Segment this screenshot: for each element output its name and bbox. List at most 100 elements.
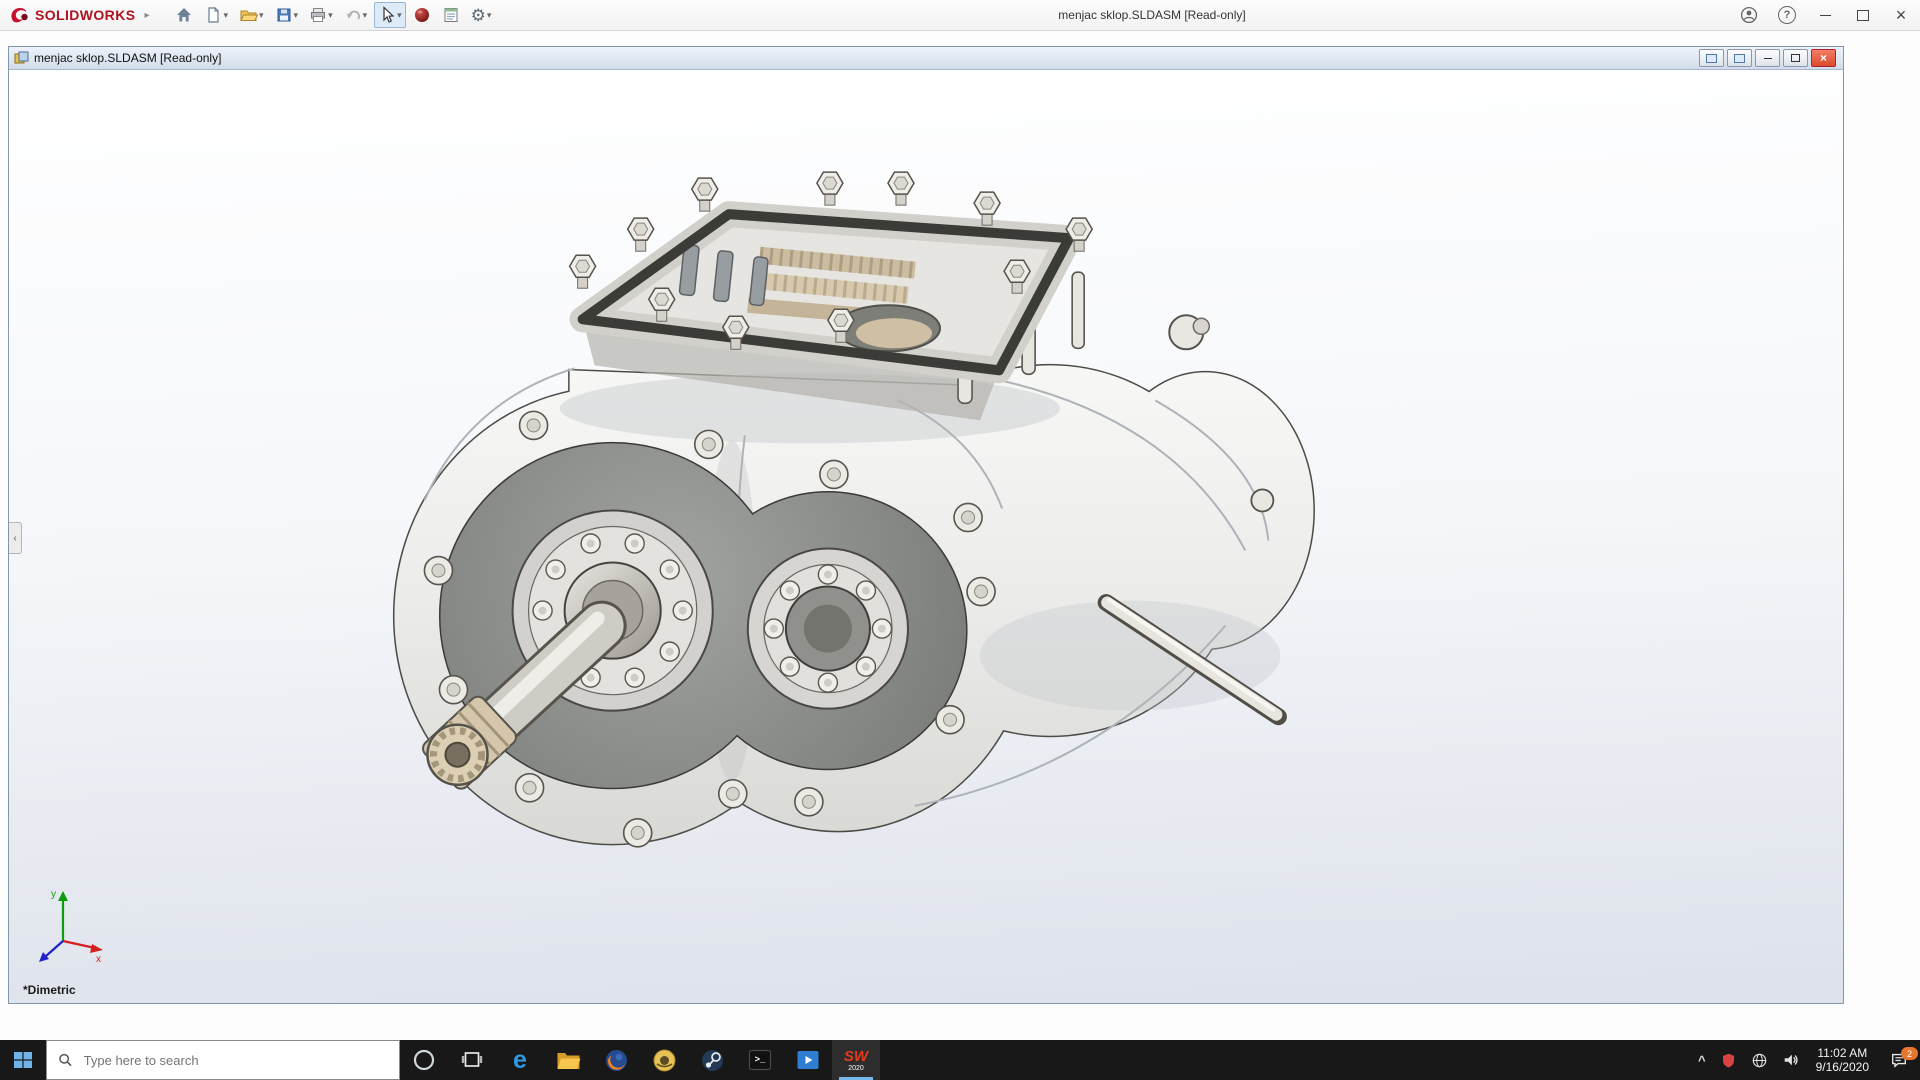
taskbar-app-solidworks[interactable]: SW 2020 [832,1040,880,1080]
account-button[interactable] [1730,0,1768,30]
dropdown-caret-icon[interactable]: ▾ [328,10,333,21]
taskbar-app-media[interactable] [640,1040,688,1080]
screen: SOLIDWORKS ▸ ▾ ▾ ▾ ▾ ▾ ▾ ⚙ ▾ menjac sklo… [0,0,1920,1080]
tray-network-button[interactable] [1744,1040,1775,1080]
app-titlebar: SOLIDWORKS ▸ ▾ ▾ ▾ ▾ ▾ ▾ ⚙ ▾ menjac sklo… [0,0,1920,31]
axis-x-label: x [96,954,101,965]
minimize-button[interactable] [1806,0,1844,30]
open-folder-icon [240,10,259,21]
doc-minimize-button[interactable] [1755,49,1780,67]
steam-icon [701,1049,723,1071]
maximize-icon [1857,9,1869,21]
3dexperience-sphere-icon [414,8,429,22]
solidworks-menu[interactable]: SOLIDWORKS ▸ [0,6,157,24]
dropdown-caret-icon[interactable]: ▾ [397,10,402,21]
quick-access-toolbar: ▾ ▾ ▾ ▾ ▾ ▾ ⚙ ▾ [171,2,495,28]
taskbar-app-movies-tv[interactable] [784,1040,832,1080]
action-center-button[interactable]: 2 [1878,1040,1920,1080]
file-explorer-icon [557,1053,580,1069]
firefox-icon [605,1049,627,1071]
options-button[interactable]: ⚙ ▾ [467,2,496,28]
document-window: menjac sklop.SLDASM [Read-only] × y x *D… [8,46,1844,1004]
dropdown-caret-icon[interactable]: ▾ [259,10,264,21]
3dexperience-button[interactable] [409,2,435,28]
taskbar-app-firefox[interactable] [592,1040,640,1080]
search-input[interactable] [81,1051,388,1069]
undo-button[interactable]: ▾ [340,2,372,28]
solidworks-year-label: 2020 [848,1064,864,1072]
close-icon: × [1819,51,1827,65]
taskbar-app-steam[interactable] [688,1040,736,1080]
help-icon: ? [1778,6,1796,24]
dropdown-caret-icon[interactable]: ▾ [223,10,228,21]
tray-security-button[interactable] [1713,1040,1744,1080]
save-icon [277,8,291,22]
taskbar-app-command-prompt[interactable]: >_ [736,1040,784,1080]
doc-close-button[interactable]: × [1811,49,1836,67]
file-properties-button[interactable] [438,2,464,28]
security-shield-icon [1722,1053,1734,1068]
user-avatar-icon [1740,6,1758,24]
windows-logo-icon [14,1052,32,1068]
brand-label: SOLIDWORKS [35,7,136,23]
taskbar-search[interactable] [46,1040,400,1080]
dropdown-caret-icon[interactable]: ▾ [294,10,299,21]
new-document-icon [208,6,220,23]
system-tray: ^ 11:02 AM 9/16/2020 2 [1691,1040,1920,1080]
tray-caret-icon: ^ [1698,1052,1706,1068]
app-client-area: menjac sklop.SLDASM [Read-only] × y x *D… [0,31,1920,1040]
help-button[interactable]: ? [1768,0,1806,30]
edge-icon: e [513,1045,527,1074]
solidworks-logo-glyph: SW [843,1047,869,1065]
new-document-button[interactable]: ▾ [200,2,232,28]
assembly-document-icon [14,51,29,64]
output-hub [746,547,909,710]
pane-icon [1734,53,1745,63]
close-icon: × [1895,5,1907,25]
taskbar-app-file-explorer[interactable] [544,1040,592,1080]
axis-y-label: y [51,889,56,900]
save-button[interactable]: ▾ [271,2,303,28]
gearbox-3d-model[interactable] [9,70,1843,1003]
doc-pane-button-2[interactable] [1727,49,1752,67]
tray-expand-button[interactable]: ^ [1691,1040,1713,1080]
volume-icon [1784,1054,1798,1066]
taskbar-clock[interactable]: 11:02 AM 9/16/2020 [1807,1040,1878,1080]
movies-and-tv-icon [797,1051,819,1069]
window-controls: ? × [1730,0,1920,30]
tray-volume-button[interactable] [1775,1040,1807,1080]
clock-time: 11:02 AM [1817,1046,1868,1060]
home-icon [177,8,192,22]
minimize-icon [1819,14,1831,16]
document-window-controls: × [1699,49,1838,67]
network-globe-icon [1752,1053,1766,1067]
orientation-triad[interactable]: y x [33,883,105,967]
taskbar-app-edge[interactable]: e [496,1040,544,1080]
home-button[interactable] [171,2,197,28]
doc-restore-button[interactable] [1783,49,1808,67]
maximize-button[interactable] [1844,0,1882,30]
dropdown-caret-icon[interactable]: ▾ [363,10,368,21]
3d-viewport[interactable]: y x *Dimetric ‹ [9,70,1843,1003]
dropdown-caret-icon[interactable]: ▾ [487,10,492,21]
doc-pane-button-1[interactable] [1699,49,1724,67]
app-title: menjac sklop.SLDASM [Read-only] [1058,8,1246,22]
close-button[interactable]: × [1882,0,1920,30]
solidworks-icon: SW 2020 [844,1049,868,1072]
taskbar-app-task-view[interactable] [448,1040,496,1080]
gear-icon: ⚙ [470,5,486,25]
collapse-arrow-icon: ‹ [13,532,17,544]
search-icon [59,1053,72,1067]
start-button[interactable] [0,1040,46,1080]
taskbar-app-cortana[interactable] [400,1040,448,1080]
select-tool-button[interactable]: ▾ [374,2,406,28]
notification-count-badge: 2 [1901,1047,1918,1060]
print-button[interactable]: ▾ [305,2,337,28]
pane-icon [1706,53,1717,63]
document-title: menjac sklop.SLDASM [Read-only] [34,51,222,65]
menu-expand-arrow-icon[interactable]: ▸ [144,10,149,21]
document-titlebar[interactable]: menjac sklop.SLDASM [Read-only] × [9,47,1843,70]
clock-date: 9/16/2020 [1815,1060,1869,1074]
feature-panel-collapse-tab[interactable]: ‹ [9,522,22,554]
open-button[interactable]: ▾ [235,2,268,28]
